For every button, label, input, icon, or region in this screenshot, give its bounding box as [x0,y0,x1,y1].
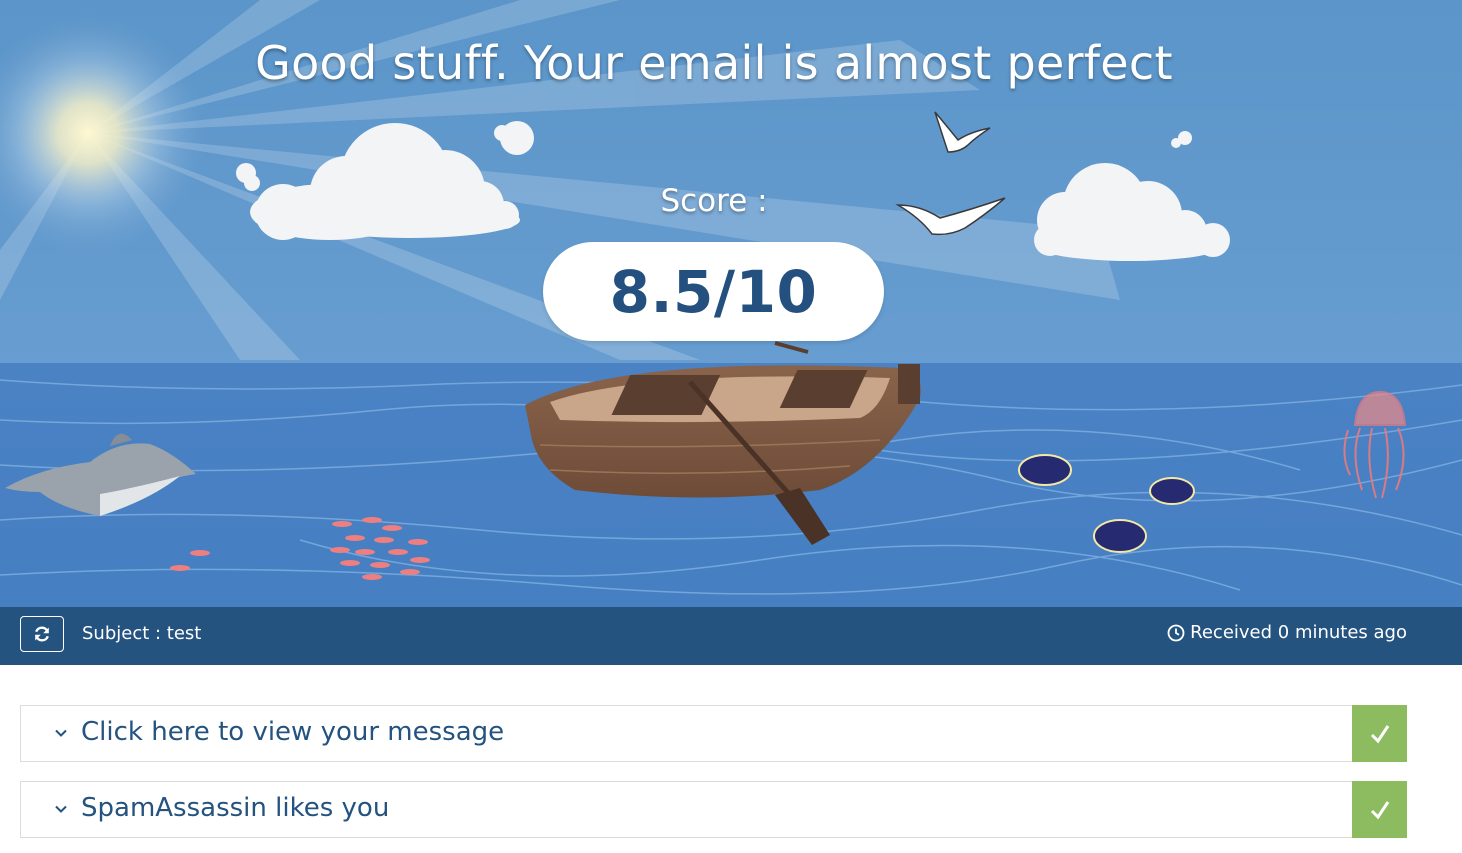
view-message-panel[interactable]: Click here to view your message [20,705,1407,762]
chevron-down-icon [55,805,67,813]
score-value: 8.5/10 [609,257,818,326]
refresh-icon [35,626,49,642]
result-headline: Good stuff. Your email is almost perfect [255,36,1173,90]
spamassassin-panel[interactable]: SpamAssassin likes you [20,781,1407,838]
received-time: Received 0 minutes ago [1167,622,1407,643]
hero-banner: Good stuff. Your email is almost perfect… [0,0,1462,607]
clock-icon [1167,624,1185,641]
score-badge: 8.5/10 [543,242,884,341]
status-pass-badge [1352,781,1407,838]
check-icon [1370,724,1389,743]
chevron-down-icon [55,729,67,737]
score-label: Score : [660,183,768,219]
email-subject: Subject : test [82,623,202,644]
status-pass-badge [1352,705,1407,762]
message-info-bar: Subject : test Received 0 minutes ago [0,607,1462,665]
spamassassin-title: SpamAssassin likes you [81,793,390,823]
seagull-top [934,111,991,153]
view-message-title: Click here to view your message [81,717,505,747]
refresh-button[interactable] [20,616,64,652]
received-text: Received 0 minutes ago [1190,622,1407,643]
check-icon [1370,800,1389,819]
